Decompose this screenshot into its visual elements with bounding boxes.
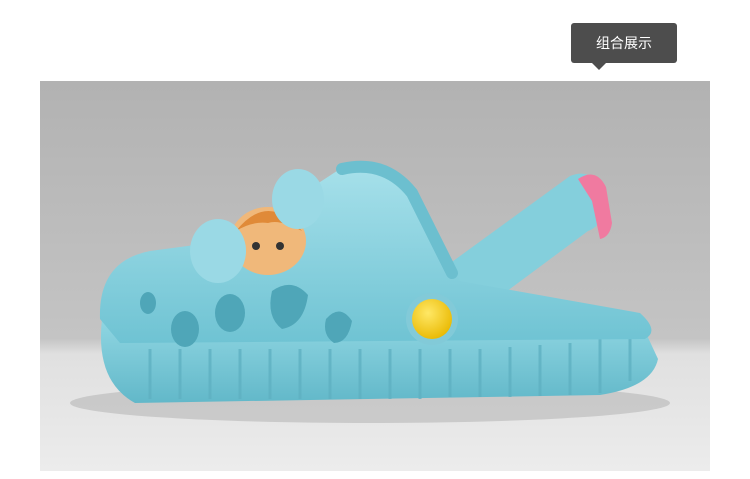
sandal-image bbox=[40, 81, 710, 471]
tooltip-arrow bbox=[592, 63, 606, 70]
tooltip-label: 组合展示 bbox=[596, 36, 652, 52]
combination-display-tooltip[interactable]: 组合展示 bbox=[571, 23, 677, 63]
product-photo bbox=[40, 81, 710, 471]
